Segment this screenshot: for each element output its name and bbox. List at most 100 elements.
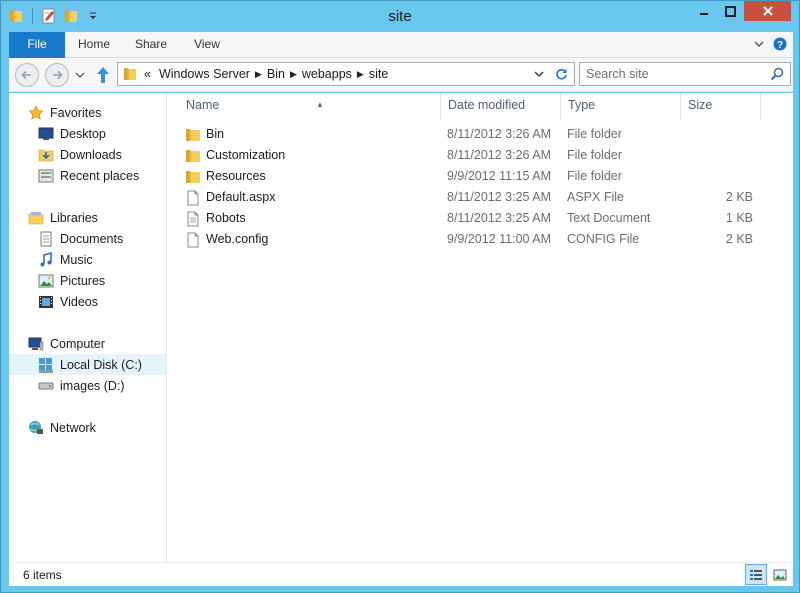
nav-libraries[interactable]: Libraries bbox=[9, 207, 166, 228]
folder-icon bbox=[185, 145, 201, 166]
address-bar[interactable]: « Windows Server ▶ Bin ▶ webapps ▶ site bbox=[117, 62, 575, 86]
chevron-right-icon[interactable]: ▶ bbox=[289, 69, 298, 80]
breadcrumb: « Windows Server ▶ Bin ▶ webapps ▶ site bbox=[140, 67, 392, 81]
folder-icon bbox=[185, 166, 201, 187]
table-row[interactable]: Default.aspx 8/11/2012 3:25 AM ASPX File… bbox=[179, 187, 761, 208]
nav-computer[interactable]: Computer bbox=[9, 333, 166, 354]
ribbon-controls: ? bbox=[753, 37, 787, 54]
folder-icon bbox=[185, 124, 201, 145]
drive-icon bbox=[37, 378, 55, 394]
nav-downloads[interactable]: Downloads bbox=[9, 144, 166, 165]
file-date: 8/11/2012 3:25 AM bbox=[447, 190, 552, 204]
sort-ascending-icon: ▲ bbox=[316, 100, 324, 109]
chevron-right-icon[interactable]: ▶ bbox=[356, 69, 365, 80]
pictures-icon bbox=[37, 273, 55, 289]
table-row[interactable]: Web.config 9/9/2012 11:00 AM CONFIG File… bbox=[179, 229, 761, 250]
item-count: 6 items bbox=[23, 568, 62, 582]
nav-label: Videos bbox=[60, 294, 98, 309]
nav-favorites[interactable]: Favorites bbox=[9, 102, 166, 123]
table-row[interactable]: Customization 8/11/2012 3:26 AM File fol… bbox=[179, 145, 761, 166]
window-title: site bbox=[388, 8, 412, 25]
breadcrumb-bin[interactable]: Bin bbox=[263, 67, 289, 81]
breadcrumb-site[interactable]: site bbox=[365, 67, 392, 81]
column-header-date[interactable]: Date modified bbox=[441, 93, 561, 120]
nav-label: Favorites bbox=[50, 105, 102, 120]
back-button[interactable] bbox=[15, 63, 39, 87]
forward-arrow-icon bbox=[53, 70, 63, 80]
expand-ribbon-icon[interactable] bbox=[753, 38, 765, 53]
nav-label: Desktop bbox=[60, 126, 106, 141]
minimize-button[interactable] bbox=[690, 1, 717, 21]
refresh-button[interactable] bbox=[550, 63, 572, 85]
file-name: Customization bbox=[206, 148, 286, 162]
large-icons-view-button[interactable] bbox=[769, 564, 791, 585]
nav-label: Pictures bbox=[60, 273, 106, 288]
maximize-button[interactable] bbox=[717, 1, 744, 21]
nav-label: images (D:) bbox=[60, 378, 125, 393]
nav-local-disk-c[interactable]: Local Disk (C:) bbox=[9, 354, 166, 375]
network-icon bbox=[27, 420, 45, 436]
file-type: File folder bbox=[567, 169, 622, 183]
file-name: Resources bbox=[206, 169, 266, 183]
file-size: 1 KB bbox=[725, 211, 753, 225]
libraries-icon bbox=[27, 210, 45, 226]
nav-music[interactable]: Music bbox=[9, 249, 166, 270]
explorer-window: site File Home Share View ? « Windows Se… bbox=[0, 0, 800, 593]
nav-documents[interactable]: Documents bbox=[9, 228, 166, 249]
nav-label: Music bbox=[60, 252, 93, 267]
breadcrumb-windows-server[interactable]: Windows Server bbox=[155, 67, 254, 81]
tab-share[interactable]: Share bbox=[123, 32, 179, 58]
documents-icon bbox=[37, 231, 55, 247]
table-row[interactable]: Bin 8/11/2012 3:26 AM File folder bbox=[179, 124, 761, 145]
navigation-pane[interactable]: Favorites Desktop Downloads Recent place… bbox=[9, 93, 167, 562]
tab-view[interactable]: View bbox=[181, 32, 233, 58]
nav-network[interactable]: Network bbox=[9, 417, 166, 438]
search-icon[interactable] bbox=[770, 67, 784, 81]
tab-file[interactable]: File bbox=[9, 32, 65, 58]
close-button[interactable] bbox=[744, 1, 791, 21]
file-type: File folder bbox=[567, 127, 622, 141]
table-row[interactable]: Resources 9/9/2012 11:15 AM File folder bbox=[179, 166, 761, 187]
column-header-label: Name bbox=[186, 98, 220, 112]
nav-label: Computer bbox=[50, 336, 105, 351]
up-button[interactable] bbox=[93, 65, 113, 85]
file-date: 9/9/2012 11:15 AM bbox=[447, 169, 552, 183]
window-controls bbox=[690, 1, 791, 21]
help-icon[interactable]: ? bbox=[773, 37, 787, 54]
breadcrumb-webapps[interactable]: webapps bbox=[298, 67, 356, 81]
file-name: Default.aspx bbox=[206, 190, 276, 204]
nav-label: Downloads bbox=[60, 147, 122, 162]
search-box[interactable] bbox=[579, 62, 791, 86]
up-arrow-icon bbox=[97, 67, 109, 83]
large-icons-view-icon bbox=[773, 569, 787, 580]
file-date: 8/11/2012 3:25 AM bbox=[447, 211, 552, 225]
table-row[interactable]: Robots 8/11/2012 3:25 AM Text Document 1… bbox=[179, 208, 761, 229]
file-size bbox=[687, 145, 753, 166]
nav-pictures[interactable]: Pictures bbox=[9, 270, 166, 291]
chevron-right-icon[interactable]: ▶ bbox=[254, 69, 263, 80]
nav-desktop[interactable]: Desktop bbox=[9, 123, 166, 144]
details-view-button[interactable] bbox=[745, 564, 767, 585]
column-header-name[interactable]: Name ▲ bbox=[179, 93, 441, 120]
recent-locations-button[interactable] bbox=[73, 67, 87, 83]
tab-home[interactable]: Home bbox=[67, 32, 121, 58]
address-row: « Windows Server ▶ Bin ▶ webapps ▶ site bbox=[9, 58, 793, 92]
file-list[interactable]: Name ▲ Date modified Type Size Bin 8/11/… bbox=[168, 93, 793, 562]
address-history-button[interactable] bbox=[530, 63, 548, 85]
file-date: 8/11/2012 3:26 AM bbox=[447, 127, 552, 141]
search-input[interactable] bbox=[586, 66, 766, 82]
breadcrumb-overflow[interactable]: « bbox=[140, 67, 155, 81]
back-arrow-icon bbox=[21, 70, 31, 80]
title-bar[interactable]: site bbox=[1, 1, 799, 32]
nav-images-d[interactable]: images (D:) bbox=[9, 375, 166, 396]
file-name: Bin bbox=[206, 127, 225, 141]
file-date: 8/11/2012 3:26 AM bbox=[447, 148, 552, 162]
forward-button[interactable] bbox=[45, 63, 69, 87]
content-area: Favorites Desktop Downloads Recent place… bbox=[9, 93, 793, 562]
nav-recent-places[interactable]: Recent places bbox=[9, 165, 166, 186]
file-size: 2 KB bbox=[725, 190, 753, 204]
nav-videos[interactable]: Videos bbox=[9, 291, 166, 312]
chevron-down-icon bbox=[534, 71, 544, 77]
column-header-type[interactable]: Type bbox=[561, 93, 681, 120]
column-header-size[interactable]: Size bbox=[681, 93, 761, 120]
